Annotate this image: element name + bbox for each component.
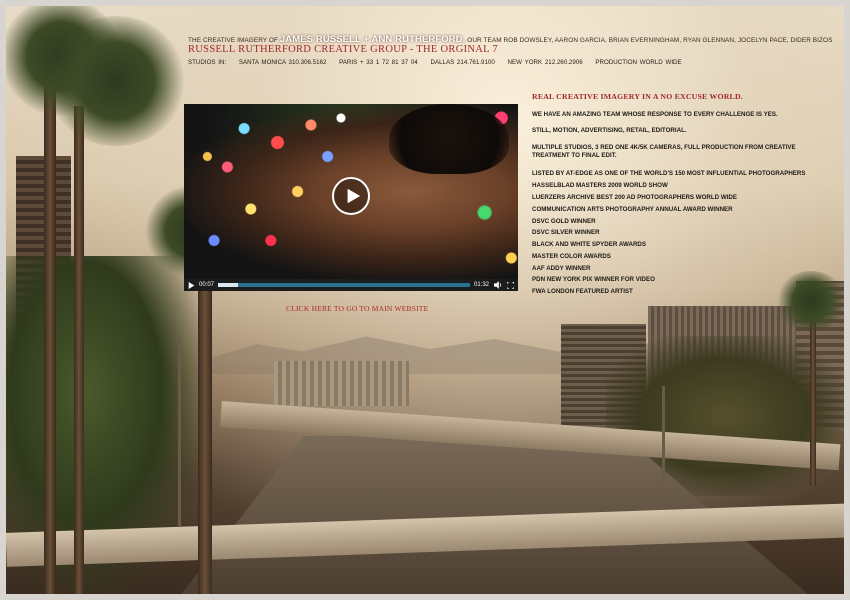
- background-building: [274, 361, 409, 406]
- services-statement: STILL, MOTION, ADVERTISING, RETAIL, EDIT…: [532, 127, 687, 135]
- fullscreen-button[interactable]: [506, 281, 515, 290]
- duration: 01:32: [473, 282, 489, 288]
- palm-tree-trunk: [198, 266, 212, 594]
- current-time: 00:07: [199, 282, 215, 288]
- video-controls: 00:07 01:32: [184, 279, 518, 291]
- award-item: MASTER COLOR AWARDS: [532, 252, 611, 260]
- background-light-pole: [662, 386, 665, 486]
- studio-new-york: NEW YORK 212.260.2906: [507, 59, 583, 66]
- award-item: BLACK AND WHITE SPYDER AWARDS: [532, 241, 647, 249]
- award-item: HASSELBLAD MASTERS 2009 WORLD SHOW: [532, 182, 668, 190]
- control-play-button[interactable]: [187, 281, 195, 289]
- studios-statement: MULTIPLE STUDIOS, 3 RED ONE 4K/5K CAMERA…: [532, 143, 796, 160]
- progress-bar[interactable]: [218, 283, 470, 287]
- video-player[interactable]: 00:07 01:32: [184, 104, 518, 291]
- award-item: AAF ADDY WINNER: [532, 264, 591, 272]
- studio-santa-monica: SANTA MONICA 310.306.5162: [238, 59, 327, 66]
- palm-tree-trunk: [44, 66, 56, 594]
- play-icon: [188, 281, 194, 289]
- award-item: FWA LONDON FEATURED ARTIST: [532, 288, 633, 296]
- studio-dallas: DALLAS 214.761.9100: [430, 59, 495, 66]
- award-item: PDN NEW YORK PIX WINNER FOR VIDEO: [532, 276, 655, 284]
- progress-played: [218, 283, 239, 287]
- headline: REAL CREATIVE IMAGERY IN A NO EXCUSE WOR…: [532, 92, 743, 101]
- team-statement: WE HAVE AN AMAZING TEAM WHOSE RESPONSE T…: [532, 111, 778, 118]
- video-subject: [389, 104, 509, 174]
- studio-paris: PARIS + 33 1 72 81 37 04: [339, 59, 418, 66]
- main-website-link[interactable]: CLICK HERE TO GO TO MAIN WEBSITE: [286, 304, 428, 313]
- intro-suffix: OUR TEAM ROB DOWSLEY, AARON GARCIA, BRIA…: [467, 37, 833, 44]
- award-item: LUERZERS ARCHIVE BEST 200 AD PHOTOGRAPHE…: [532, 194, 738, 201]
- background-light-pole: [178, 336, 181, 526]
- award-item: LISTED BY AT-EDGE AS ONE OF THE WORLD'S …: [532, 170, 806, 178]
- award-item: DSVC SILVER WINNER: [532, 229, 600, 237]
- play-button[interactable]: [332, 177, 370, 215]
- palm-tree-trunk: [810, 306, 816, 486]
- award-item: DSVC GOLD WINNER: [532, 217, 596, 225]
- studios-label: STUDIOS IN:: [188, 59, 227, 66]
- production-worldwide: PRODUCTION WORLD WIDE: [595, 59, 682, 66]
- play-icon: [347, 188, 360, 204]
- studios-line: STUDIOS IN: SANTA MONICA 310.306.5162 PA…: [188, 59, 692, 66]
- intro-prefix: THE CREATIVE IMAGERY OF: [188, 37, 279, 44]
- volume-icon: [493, 281, 501, 289]
- fullscreen-icon: [507, 281, 514, 289]
- volume-button[interactable]: [493, 281, 502, 290]
- awards-list: LISTED BY AT-EDGE AS ONE OF THE WORLD'S …: [532, 168, 832, 298]
- award-item: COMMUNICATION ARTS PHOTOGRAPHY ANNUAL AW…: [532, 205, 733, 213]
- palm-tree-fronds: [46, 16, 186, 146]
- group-title: RUSSELL RUTHERFORD CREATIVE GROUP - THE …: [188, 44, 498, 55]
- palm-tree-trunk: [74, 106, 84, 594]
- info-column: REAL CREATIVE IMAGERY IN A NO EXCUSE WOR…: [532, 92, 832, 298]
- page-frame: THE CREATIVE IMAGERY OF JAMES RUSSELL + …: [6, 6, 844, 594]
